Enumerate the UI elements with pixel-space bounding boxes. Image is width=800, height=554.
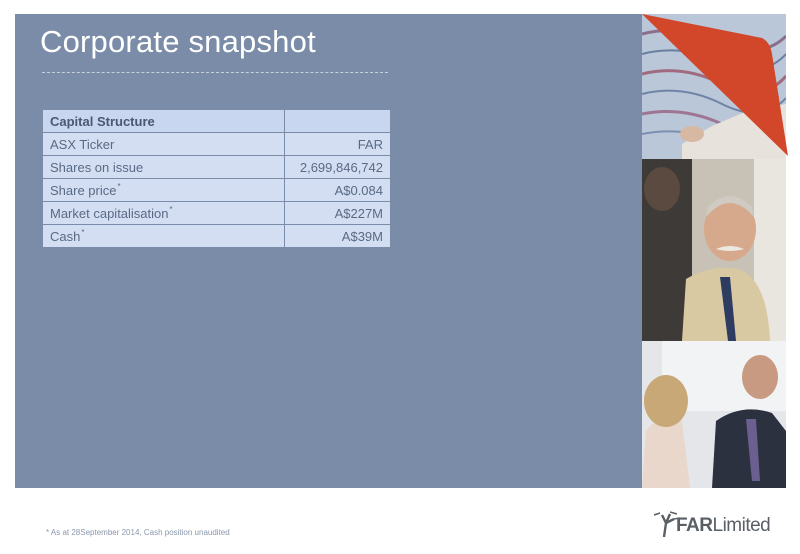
row-value: A$227M xyxy=(284,201,391,225)
table-row: Market capitalisation* A$227M xyxy=(42,201,391,225)
footnote: * As at 28September 2014, Cash position … xyxy=(46,528,230,537)
row-value: 2,699,846,742 xyxy=(284,155,391,179)
title-divider xyxy=(42,72,388,73)
row-label: Cash* xyxy=(42,224,285,248)
row-value: FAR xyxy=(284,132,391,156)
table-header-cell: Capital Structure xyxy=(42,109,285,133)
accent-wedge xyxy=(642,14,788,156)
row-label: Share price* xyxy=(42,178,285,202)
table-header-row: Capital Structure xyxy=(42,109,391,133)
table-row: Share price* A$0.084 xyxy=(42,178,391,202)
portrait-photo xyxy=(642,159,786,341)
row-label: ASX Ticker xyxy=(42,132,285,156)
table-row: ASX Ticker FAR xyxy=(42,132,391,156)
slide-title: Corporate snapshot xyxy=(40,24,316,59)
row-label: Market capitalisation* xyxy=(42,201,285,225)
row-value: A$0.084 xyxy=(284,178,391,202)
table-header-cell xyxy=(284,109,391,133)
content-panel xyxy=(15,14,642,488)
meeting-photo xyxy=(642,341,786,488)
row-value: A$39M xyxy=(284,224,391,248)
company-logo-text: FARLimited xyxy=(676,515,771,536)
capital-structure-table: Capital Structure ASX Ticker FAR Shares … xyxy=(42,109,391,248)
table-row: Shares on issue 2,699,846,742 xyxy=(42,155,391,179)
row-label: Shares on issue xyxy=(42,155,285,179)
table-row: Cash* A$39M xyxy=(42,224,391,248)
